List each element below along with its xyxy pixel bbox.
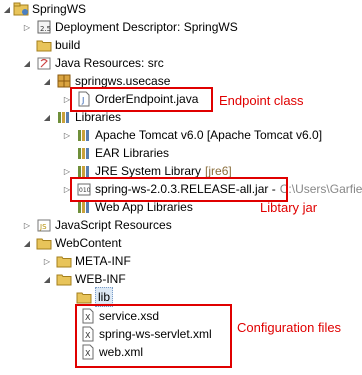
folder-icon xyxy=(56,271,72,287)
tree-item-tomcat[interactable]: Apache Tomcat v6.0 [Apache Tomcat v6.0] xyxy=(76,126,322,144)
tree-label: Apache Tomcat v6.0 [Apache Tomcat v6.0] xyxy=(95,128,323,142)
expand-toggle-deployment[interactable]: ▷ xyxy=(22,18,32,36)
library-icon xyxy=(76,127,92,143)
expand-toggle-js-resources[interactable]: ▷ xyxy=(22,216,32,234)
endpoint-annotation: Endpoint class xyxy=(219,93,304,108)
expand-toggle-package[interactable]: ◢ xyxy=(42,72,52,90)
tree-label: SpringWS xyxy=(32,2,87,16)
tree-label: Web App Libraries xyxy=(95,200,193,214)
expand-toggle-tomcat[interactable]: ▷ xyxy=(62,126,72,144)
javascript-resources-icon: JS xyxy=(36,217,52,233)
expand-toggle-meta-inf[interactable]: ▷ xyxy=(42,252,52,270)
expand-toggle-java-resources[interactable]: ◢ xyxy=(22,54,32,72)
tree-label: WebContent xyxy=(55,236,122,250)
tree-label: EAR Libraries xyxy=(95,146,170,160)
expand-toggle-libraries[interactable]: ◢ xyxy=(42,108,52,126)
library-annotation: Libtary jar xyxy=(260,200,318,215)
descriptor-icon: 2.5 xyxy=(36,19,52,35)
expand-toggle-web-inf[interactable]: ◢ xyxy=(42,270,52,288)
expand-toggle-webcontent[interactable]: ◢ xyxy=(22,234,32,252)
svg-text:2.5: 2.5 xyxy=(40,25,51,33)
tree-item-springws[interactable]: SpringWS xyxy=(13,0,86,18)
libraries-icon xyxy=(56,109,72,125)
tree-item-webcontent[interactable]: WebContent xyxy=(36,234,122,252)
tree-label: Libraries xyxy=(75,110,122,124)
folder-icon xyxy=(36,235,52,251)
folder-icon xyxy=(36,37,52,53)
library-icon xyxy=(76,199,92,215)
tree-item-javascript-resources[interactable]: JS JavaScript Resources xyxy=(36,216,172,234)
config-annotation: Configuration files xyxy=(237,320,342,335)
tree-label: build xyxy=(55,38,81,52)
tree-label: Java Resources: src xyxy=(55,56,164,70)
jar-path-label: C:\Users\Garfield xyxy=(279,182,362,196)
tree-item-web-inf[interactable]: WEB-INF xyxy=(56,270,126,288)
tree-label: Deployment Descriptor: SpringWS xyxy=(55,20,238,34)
svg-text:JS: JS xyxy=(39,223,47,231)
tree-item-build[interactable]: build xyxy=(36,36,80,54)
tree-label: META-INF xyxy=(75,254,131,268)
java-resources-icon xyxy=(36,55,52,71)
folder-icon xyxy=(56,253,72,269)
library-icon xyxy=(76,145,92,161)
folder-icon xyxy=(76,289,92,305)
expand-toggle-springws[interactable]: ◢ xyxy=(2,0,12,18)
project-icon xyxy=(13,1,29,17)
config-highlight-box xyxy=(75,304,232,368)
tree-item-libraries[interactable]: Libraries xyxy=(56,108,121,126)
tree-item-meta-inf[interactable]: META-INF xyxy=(56,252,131,270)
tree-item-ear-libraries[interactable]: EAR Libraries xyxy=(76,144,169,162)
tree-item-deployment-descriptor[interactable]: 2.5 Deployment Descriptor: SpringWS xyxy=(36,18,238,36)
tree-label: WEB-INF xyxy=(75,272,126,286)
tree-item-web-app-libraries[interactable]: Web App Libraries xyxy=(76,198,193,216)
tree-item-java-resources[interactable]: Java Resources: src xyxy=(36,54,164,72)
tree-label: JavaScript Resources xyxy=(55,218,172,232)
